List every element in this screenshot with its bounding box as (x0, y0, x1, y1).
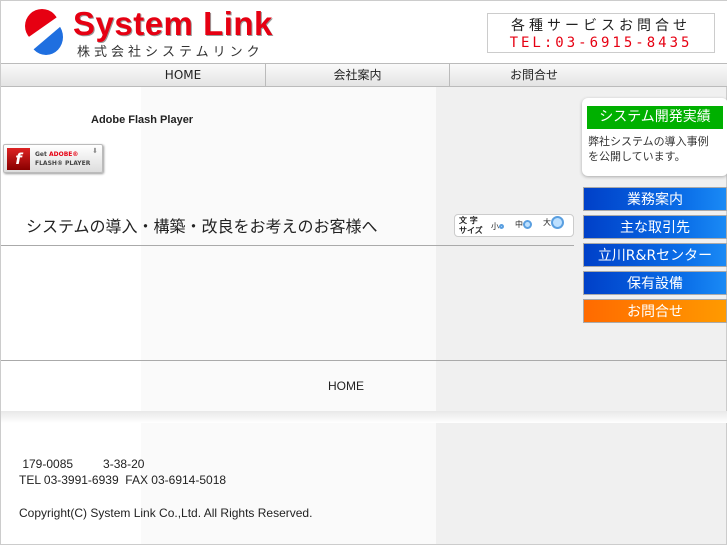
flash-icon: f (7, 148, 30, 170)
page: System Link 株式会社システムリンク 各種サービスお問合せ TEL:0… (0, 0, 727, 545)
magnifier-icon (523, 220, 532, 229)
logo-subtitle: 株式会社システムリンク (77, 45, 264, 60)
contact-phone: TEL:03-6915-8435 (509, 35, 693, 51)
badge-flash: FLASH® PLAYER (35, 160, 91, 167)
side-equipment[interactable]: 保有設備 (583, 271, 727, 295)
medium-label: 中 (515, 220, 523, 229)
nav-contact[interactable]: お問合せ (450, 64, 618, 86)
font-size-switcher: 文 字サイズ 小 中 大 (454, 214, 574, 237)
tagline: システムの導入・構築・改良をお考えのお客様へ (26, 217, 378, 236)
footer-address: 179-0085 3-38-20 (19, 457, 145, 471)
logo-icon (25, 9, 63, 55)
divider (1, 360, 727, 361)
logo-title[interactable]: System Link (73, 5, 273, 43)
large-label: 大 (543, 218, 551, 227)
contact-label: 各種サービスお問合せ (511, 18, 691, 34)
magnifier-icon (551, 216, 564, 229)
dev-results-card[interactable]: システム開発実績 弊社システムの導入事例 を公開しています。 (582, 98, 727, 176)
small-label: 小 (491, 222, 499, 231)
footer-home-link[interactable]: HOME (328, 379, 364, 393)
font-size-medium[interactable]: 中 (515, 219, 532, 230)
magnifier-icon (499, 224, 504, 229)
badge-get: Get (35, 151, 47, 158)
header: System Link 株式会社システムリンク 各種サービスお問合せ TEL:0… (1, 1, 727, 63)
divider (1, 245, 574, 246)
card-desc-1: 弊社システムの導入事例 (588, 135, 709, 148)
flash-label: Adobe Flash Player (91, 114, 194, 126)
footer-tel: TEL 03-3991-6939 FAX 03-6914-5018 (19, 473, 227, 487)
side-tachikawa-center[interactable]: 立川R&Rセンター (583, 243, 727, 267)
font-size-small[interactable]: 小 (491, 221, 504, 232)
dev-results-title[interactable]: システム開発実績 (587, 106, 723, 129)
side-contact[interactable]: お問合せ (583, 299, 727, 323)
nav-home[interactable]: HOME (1, 64, 266, 86)
font-size-label1: 文 字 (459, 216, 478, 225)
font-size-large[interactable]: 大 (543, 216, 564, 229)
card-desc-2: を公開しています。 (588, 150, 686, 163)
download-icon: ⬇ (92, 147, 98, 155)
side-clients[interactable]: 主な取引先 (583, 215, 727, 239)
footer-copyright: Copyright(C) System Link Co.,Ltd. All Ri… (19, 506, 313, 520)
side-business[interactable]: 業務案内 (583, 187, 727, 211)
main-nav: HOME 会社案内 お問合せ (1, 63, 727, 87)
badge-adobe: ADOBE® (48, 151, 79, 158)
font-size-label2: サイズ (459, 226, 483, 235)
contact-box: 各種サービスお問合せ TEL:03-6915-8435 (487, 13, 715, 53)
nav-company[interactable]: 会社案内 (266, 64, 450, 86)
get-flash-player-button[interactable]: f Get ADOBE® FLASH® PLAYER ⬇ (3, 144, 103, 173)
footer-band (1, 411, 727, 423)
